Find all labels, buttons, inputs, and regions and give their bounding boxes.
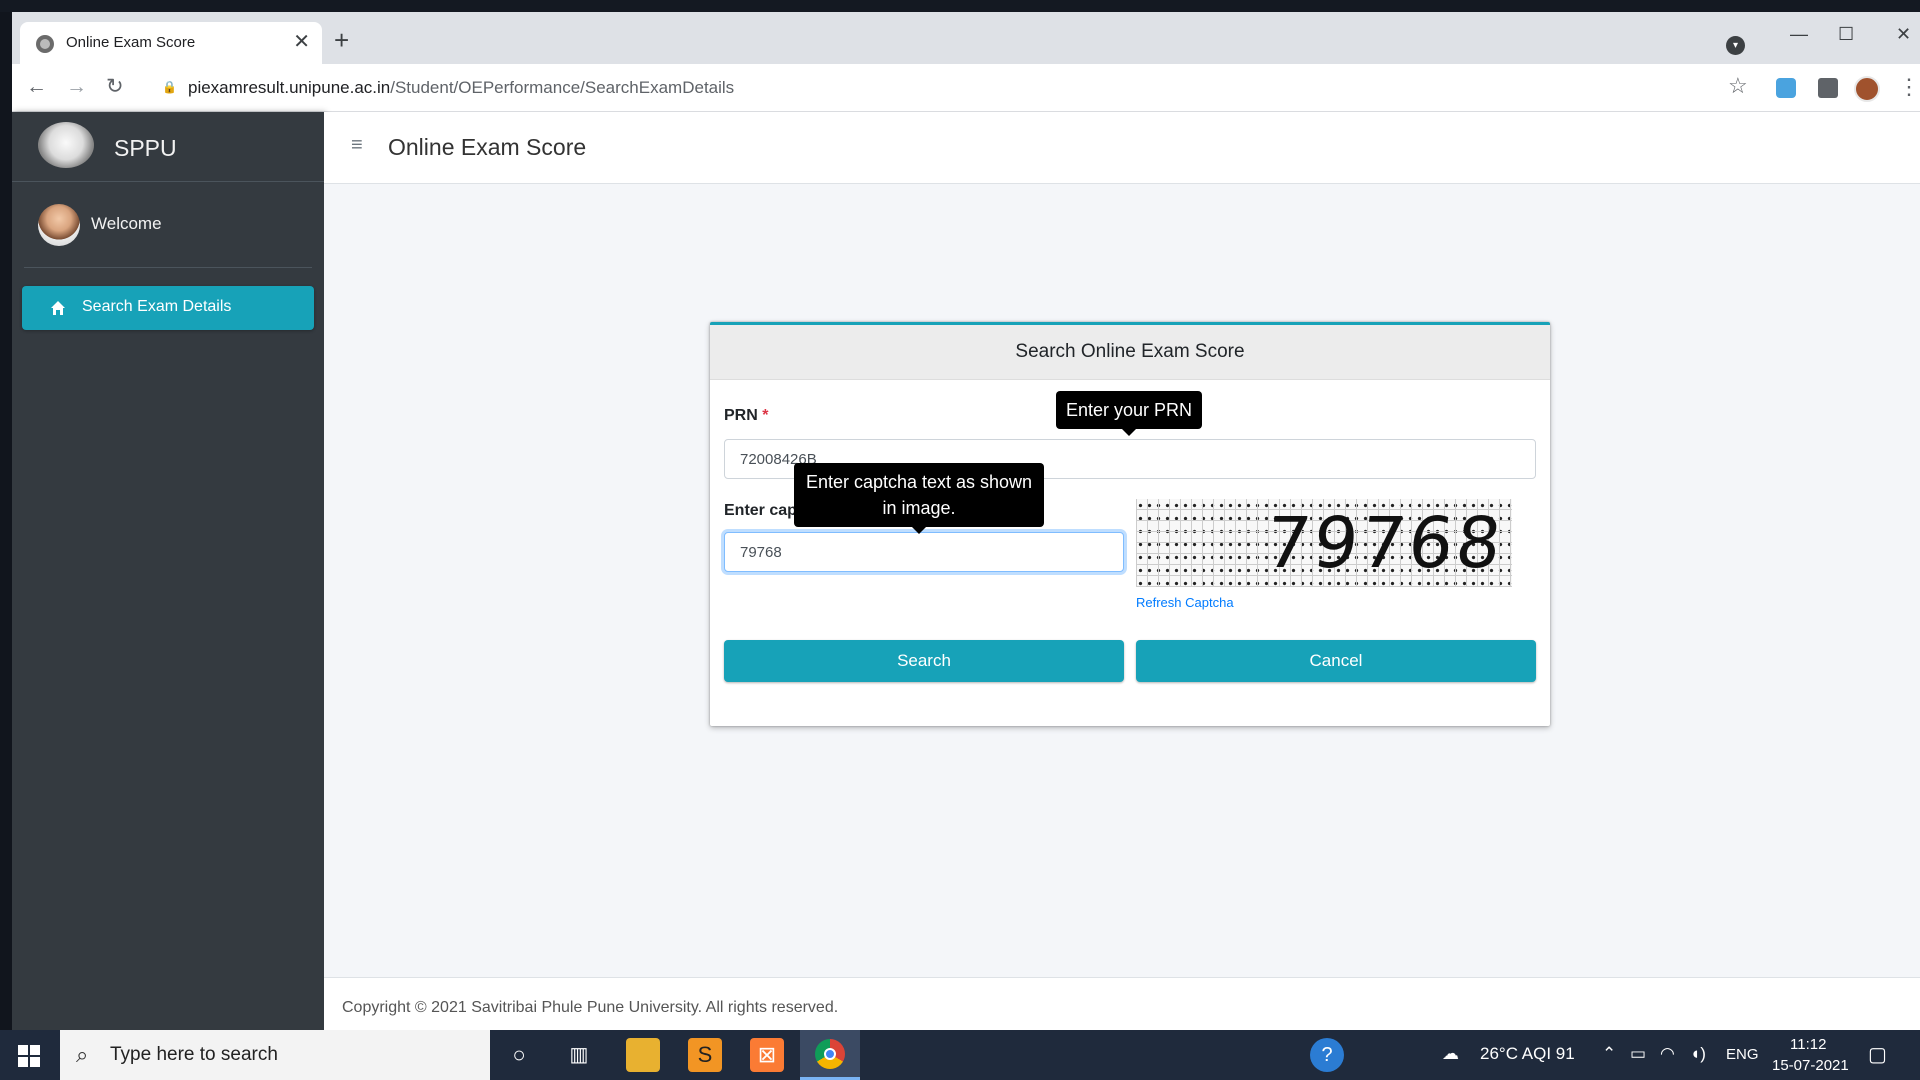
tab-search-icon[interactable]: ▾ [1726, 36, 1745, 55]
prn-label-text: PRN [724, 407, 758, 424]
volume-icon[interactable]: ◖) [1690, 1044, 1706, 1064]
refresh-captcha-link[interactable]: Refresh Captcha [1136, 595, 1234, 610]
bookmark-star-icon[interactable]: ☆ [1728, 73, 1748, 99]
tab-bar: Online Exam Score ✕ + ▾ — ☐ ✕ [12, 12, 1920, 64]
sidebar-brand[interactable]: SPPU [12, 112, 324, 182]
browser-menu-icon[interactable]: ⋮ [1898, 74, 1920, 100]
minimize-button[interactable]: — [1790, 22, 1808, 46]
sublime-text-icon[interactable]: S [688, 1038, 722, 1072]
task-view-icon[interactable]: ▥ [562, 1038, 596, 1072]
required-mark: * [762, 407, 769, 424]
search-button[interactable]: Search [724, 640, 1124, 682]
web-page: SPPU Welcome Search Exam Details ≡ Onlin… [12, 112, 1920, 1030]
brand-text: SPPU [114, 135, 177, 161]
prn-label: PRN * [724, 407, 768, 425]
favicon-icon [36, 35, 54, 53]
tab-title: Online Exam Score [66, 34, 196, 51]
url-text: piexamresult.unipune.ac.in/Student/OEPer… [188, 78, 734, 98]
forward-icon[interactable]: → [66, 74, 87, 100]
captcha-input[interactable] [724, 532, 1124, 572]
sidebar-item-label: Search Exam Details [82, 298, 232, 315]
chevron-up-icon[interactable]: ⌃ [1602, 1044, 1616, 1064]
captcha-image: 79768 [1136, 499, 1512, 587]
hamburger-menu-icon[interactable]: ≡ [351, 134, 363, 157]
user-panel: Welcome [24, 182, 312, 268]
footer: Copyright © 2021 Savitribai Phule Pune U… [324, 977, 1920, 1030]
lock-icon: 🔒 [162, 80, 177, 94]
taskbar: ⌕ Type here to search ○ ▥ S ⊠ ? ☁ 26°C A… [0, 1030, 1920, 1080]
user-welcome[interactable]: Welcome [91, 214, 162, 234]
cancel-button[interactable]: Cancel [1136, 640, 1536, 682]
back-icon[interactable]: ← [26, 74, 47, 100]
window-close-button[interactable]: ✕ [1896, 22, 1911, 46]
cortana-icon[interactable]: ○ [502, 1038, 536, 1072]
university-logo [38, 122, 94, 168]
prn-tooltip: Enter your PRN [1056, 391, 1203, 436]
windows-start-icon[interactable] [18, 1045, 40, 1067]
sidebar-item-search-exam-details[interactable]: Search Exam Details [22, 286, 314, 330]
avatar [38, 204, 80, 246]
url-domain: piexamresult.unipune.ac.in [188, 78, 391, 97]
copyright-text: Copyright © 2021 Savitribai Phule Pune U… [342, 999, 839, 1016]
browser-toolbar: ← → ↻ 🔒 piexamresult.unipune.ac.in/Stude… [12, 64, 1920, 112]
main-header: ≡ Online Exam Score [324, 112, 1920, 184]
sidebar: SPPU Welcome Search Exam Details [12, 112, 324, 1030]
desktop-background [0, 0, 1920, 12]
browser-window: Online Exam Score ✕ + ▾ — ☐ ✕ ← → ↻ 🔒 pi… [12, 12, 1920, 1030]
home-icon [51, 301, 65, 315]
profile-avatar[interactable] [1854, 76, 1880, 102]
weather-icon[interactable]: ☁ [1442, 1044, 1459, 1064]
weather-text[interactable]: 26°C AQI 91 [1480, 1044, 1575, 1064]
search-icon: ⌕ [76, 1042, 89, 1067]
desktop-edge [0, 12, 12, 1030]
tab-close-icon[interactable]: ✕ [293, 30, 310, 54]
card-title: Search Online Exam Score [1015, 341, 1245, 362]
captcha-image-text: 79768 [1261, 502, 1508, 584]
help-icon[interactable]: ? [1310, 1038, 1344, 1072]
taskbar-search-placeholder: Type here to search [110, 1044, 278, 1065]
url-path: /Student/OEPerformance/SearchExamDetails [390, 78, 735, 97]
language-indicator[interactable]: ENG [1726, 1046, 1759, 1063]
content-area: Search Online Exam Score PRN * Enter cap… [324, 184, 1920, 977]
chrome-taskbar-button[interactable] [800, 1030, 860, 1080]
captcha-tooltip: Enter captcha text as shown in image. [794, 463, 1044, 534]
address-bar[interactable]: 🔒 piexamresult.unipune.ac.in/Student/OEP… [144, 70, 1764, 106]
extension-icon[interactable] [1776, 78, 1796, 98]
chrome-icon-center [824, 1048, 836, 1060]
reload-icon[interactable]: ↻ [106, 74, 124, 100]
xampp-icon[interactable]: ⊠ [750, 1038, 784, 1072]
battery-icon[interactable]: ▭ [1630, 1044, 1646, 1064]
notification-icon[interactable]: ▢ [1868, 1042, 1887, 1067]
browser-tab[interactable]: Online Exam Score ✕ [20, 22, 322, 64]
wifi-icon[interactable]: ◠ [1660, 1044, 1675, 1064]
maximize-button[interactable]: ☐ [1838, 22, 1854, 46]
new-tab-button[interactable]: + [334, 27, 349, 53]
search-card: Search Online Exam Score PRN * Enter cap… [710, 322, 1550, 726]
clock-time[interactable]: 11:12 [1790, 1036, 1826, 1053]
page-title: Online Exam Score [388, 134, 587, 160]
extensions-puzzle-icon[interactable] [1818, 78, 1838, 98]
clock-date[interactable]: 15-07-2021 [1772, 1057, 1849, 1074]
file-explorer-icon[interactable] [626, 1038, 660, 1072]
taskbar-search-box[interactable]: ⌕ Type here to search [60, 1030, 490, 1080]
card-header: Search Online Exam Score [710, 325, 1550, 380]
